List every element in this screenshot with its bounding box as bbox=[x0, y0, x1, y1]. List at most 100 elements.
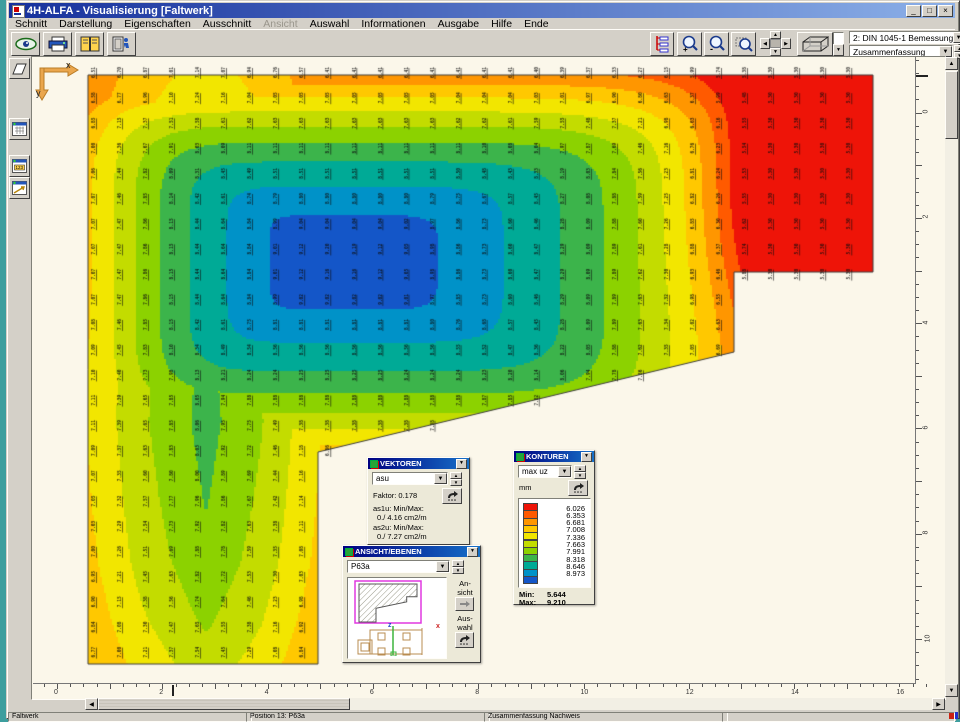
print-button[interactable] bbox=[43, 32, 72, 56]
position-combobox[interactable]: P63a▼ bbox=[347, 560, 450, 573]
status-panel-3: Zusammenfassung Nachweis bbox=[484, 712, 728, 722]
zoom-in-button[interactable]: + bbox=[677, 32, 702, 56]
pan-up-button[interactable]: ▲ bbox=[770, 31, 781, 39]
pan-right-button[interactable]: ▶ bbox=[781, 38, 791, 49]
ruler-tick bbox=[426, 684, 427, 689]
structure-minimap[interactable]: z x bbox=[347, 577, 447, 659]
window-title: 4H-ALFA - Visualisierung [Faltwerk] bbox=[27, 5, 213, 17]
manual-button[interactable] bbox=[75, 32, 104, 56]
vektoren-titlebar[interactable]: VEKTOREN▼ bbox=[368, 458, 469, 469]
konturen-title: KONTUREN bbox=[526, 452, 569, 461]
konturen-titlebar[interactable]: KONTUREN ▼ bbox=[514, 451, 594, 462]
ruler-tick bbox=[189, 684, 190, 687]
palette-collapse-icon[interactable]: ▼ bbox=[467, 547, 478, 557]
menu-item-ausschnitt[interactable]: Ausschnitt bbox=[197, 18, 257, 30]
view-3d-button[interactable] bbox=[797, 32, 833, 56]
konturen-unit: mm bbox=[519, 483, 532, 492]
konturen-spinner[interactable]: ▲▼ bbox=[574, 465, 586, 478]
menu-item-informationen[interactable]: Informationen bbox=[355, 18, 431, 30]
menu-item-hilfe[interactable]: Hilfe bbox=[485, 18, 518, 30]
ruler-number: 6 bbox=[370, 689, 374, 696]
chevron-down-icon[interactable]: ▼ bbox=[434, 473, 447, 484]
chevron-down-icon[interactable]: ▼ bbox=[953, 32, 960, 43]
ruler-number: 0 bbox=[922, 110, 929, 114]
vektoren-spinner[interactable]: ▲▼ bbox=[450, 472, 462, 485]
title-bar[interactable]: 4H-ALFA - Visualisierung [Faltwerk] _ □ … bbox=[9, 3, 955, 18]
vektoren-combobox[interactable]: asu▼ bbox=[372, 472, 448, 485]
ruler-number: 14 bbox=[791, 689, 799, 696]
exit-button[interactable] bbox=[107, 32, 136, 56]
zoom-out-button[interactable]: - bbox=[704, 32, 729, 56]
vertical-scrollbar[interactable]: ▲ ▼ bbox=[945, 57, 958, 697]
minimap-z-label: z bbox=[388, 622, 392, 629]
palette-toggle-vektoren-button[interactable] bbox=[9, 177, 30, 199]
scroll-down-icon[interactable]: ▼ bbox=[945, 684, 958, 697]
chevron-down-icon[interactable]: ▼ bbox=[833, 44, 844, 56]
chevron-down-icon[interactable]: ▼ bbox=[436, 561, 449, 572]
ruler-number: 8 bbox=[922, 531, 929, 535]
ruler-number: 2 bbox=[159, 689, 163, 696]
menu-item-ausgabe[interactable]: Ausgabe bbox=[432, 18, 485, 30]
scroll-up-icon[interactable]: ▲ bbox=[945, 57, 958, 70]
spinner-down-icon[interactable]: ▼ bbox=[574, 472, 586, 479]
ruler-tick bbox=[916, 600, 919, 601]
ansicht-titlebar[interactable]: ANSICHT/EBENEN▼ bbox=[343, 546, 480, 557]
pan-left-button[interactable]: ◀ bbox=[760, 38, 770, 49]
zoom-window-button[interactable] bbox=[731, 32, 756, 56]
ruler-tick bbox=[70, 684, 71, 687]
spinner-up-icon[interactable]: ▲ bbox=[954, 45, 960, 52]
menu-item-auswahl[interactable]: Auswahl bbox=[304, 18, 356, 30]
konturen-combobox[interactable]: max uz▼ bbox=[518, 465, 572, 478]
position-spinner[interactable]: ▲▼ bbox=[452, 560, 464, 573]
ruler-tick bbox=[916, 152, 919, 153]
spinner-down-icon[interactable]: ▼ bbox=[452, 567, 464, 574]
scroll-left-icon[interactable]: ◀ bbox=[85, 698, 98, 710]
plate-view-button[interactable] bbox=[9, 58, 30, 79]
spinner-up-icon[interactable]: ▲ bbox=[450, 472, 462, 479]
pan-center-knob[interactable] bbox=[770, 39, 781, 48]
norm-combobox[interactable]: 2: DIN 1045-1 Bemessung▼ bbox=[849, 31, 960, 44]
scroll-right-icon[interactable]: ▶ bbox=[932, 698, 945, 710]
plate-icon bbox=[12, 63, 27, 75]
spinner-up-icon[interactable]: ▲ bbox=[574, 465, 586, 472]
ruler-cursor-marker bbox=[172, 685, 174, 696]
mini-window-vector-icon bbox=[12, 181, 27, 195]
ruler-tick bbox=[636, 684, 637, 689]
horizontal-scroll-thumb[interactable] bbox=[98, 698, 350, 710]
ruler-tick bbox=[649, 684, 650, 687]
minimize-button[interactable]: _ bbox=[906, 5, 921, 17]
chevron-down-icon[interactable]: ▼ bbox=[558, 466, 571, 477]
tree-list-button[interactable] bbox=[650, 32, 674, 56]
menu-item-ende[interactable]: Ende bbox=[518, 18, 555, 30]
spinner-down-icon[interactable]: ▼ bbox=[450, 479, 462, 486]
pan-down-button[interactable]: ▼ bbox=[770, 48, 781, 56]
vektoren-palette[interactable]: VEKTOREN▼ asu▼ ▲▼ Faktor: 0.178 as1u: Mi… bbox=[367, 457, 470, 545]
menu-item-eigenschaften[interactable]: Eigenschaften bbox=[118, 18, 197, 30]
close-button[interactable]: × bbox=[938, 5, 953, 17]
palette-toggle-konturen-button[interactable]: 123 bbox=[9, 155, 30, 177]
menu-item-darstellung[interactable]: Darstellung bbox=[53, 18, 118, 30]
maximize-button[interactable]: □ bbox=[922, 5, 937, 17]
palette-toggle-ansicht-button[interactable] bbox=[9, 118, 30, 140]
vektoren-apply-button[interactable] bbox=[442, 488, 462, 504]
ruler-tick bbox=[44, 684, 45, 687]
view-3d-dropdown[interactable]: ▼ bbox=[833, 32, 844, 56]
konturen-palette[interactable]: KONTUREN▼ max uz▼ ▲▼ mm 6.0266.3536.6817… bbox=[513, 450, 595, 605]
palette-collapse-icon[interactable]: ▼ bbox=[456, 459, 467, 469]
spinner-up-icon[interactable]: ▲ bbox=[452, 560, 464, 567]
menu-item-schnitt[interactable]: Schnitt bbox=[9, 18, 53, 30]
select-button[interactable] bbox=[455, 632, 474, 648]
ruler-number: 4 bbox=[265, 689, 269, 696]
konturen-apply-button[interactable] bbox=[568, 480, 588, 496]
x-axis-label: x bbox=[66, 60, 71, 70]
ruler-tick bbox=[916, 60, 919, 61]
ruler-number: 12 bbox=[686, 689, 694, 696]
view-button[interactable] bbox=[455, 597, 474, 611]
preview-button[interactable] bbox=[11, 32, 40, 56]
horizontal-scrollbar[interactable]: ◀ ▶ bbox=[85, 698, 945, 710]
ruler-number: 0 bbox=[54, 689, 58, 696]
ansicht-ebenen-palette[interactable]: ANSICHT/EBENEN▼ P63a▼ ▲▼ z x An- sicht A… bbox=[342, 545, 481, 663]
vertical-scroll-thumb[interactable] bbox=[945, 71, 958, 139]
palette-collapse-icon[interactable]: ▼ bbox=[581, 452, 592, 462]
ruler-tick bbox=[83, 684, 84, 687]
